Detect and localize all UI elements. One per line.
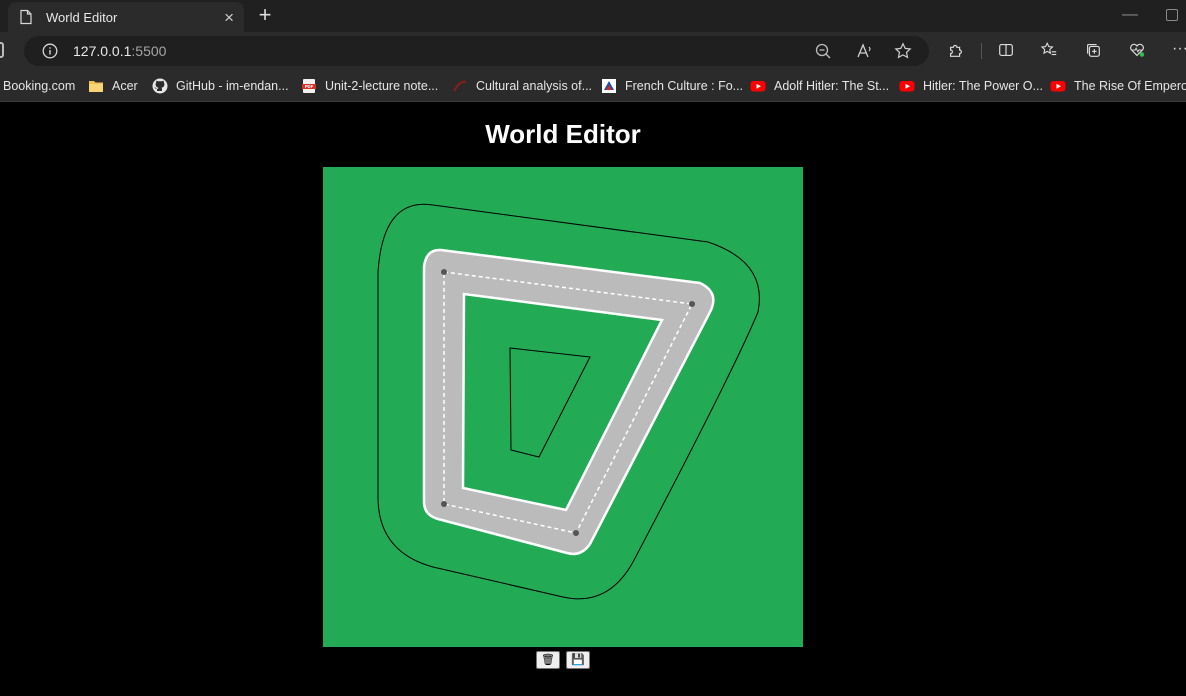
toolbar-divider [981, 43, 982, 59]
bookmark-label: Hitler: The Power O... [923, 79, 1043, 93]
zoom-out-icon[interactable] [814, 42, 832, 60]
save-icon: 💾 [571, 654, 585, 666]
bookmark-booking[interactable]: Booking.com [3, 78, 75, 94]
bookmark-github[interactable]: GitHub - im-endan... [152, 78, 289, 94]
favorite-star-icon[interactable] [894, 42, 912, 60]
bookmark-label: Booking.com [3, 79, 76, 93]
dispose-button[interactable]: 🗑 [536, 651, 560, 669]
pdf-icon: PDF [302, 79, 316, 93]
browser-tab[interactable]: World Editor × [8, 2, 244, 32]
graph-point[interactable] [441, 269, 447, 275]
bookmark-acer[interactable]: Acer [88, 78, 138, 94]
extensions-icon[interactable] [946, 41, 966, 59]
youtube-icon [899, 81, 915, 92]
trash-icon: 🗑 [541, 654, 555, 666]
maximize-button[interactable] [1166, 9, 1178, 21]
canvas-background [323, 167, 803, 647]
save-button[interactable]: 💾 [566, 651, 590, 669]
graph-point[interactable] [441, 501, 447, 507]
bookmark-youtube-3[interactable]: The Rise Of Empero... [1050, 78, 1186, 94]
graph-point[interactable] [573, 530, 579, 536]
github-icon [152, 78, 168, 94]
folder-icon [89, 81, 103, 92]
bookmark-youtube-2[interactable]: Hitler: The Power O... [899, 78, 1043, 94]
browser-titlebar: World Editor × + — [0, 0, 1186, 32]
minimize-button[interactable]: — [1122, 6, 1138, 24]
tab-close-icon[interactable]: × [224, 9, 234, 26]
bookmark-label: The Rise Of Empero... [1074, 79, 1186, 93]
page-icon [20, 9, 32, 25]
bookmark-french-culture[interactable]: French Culture : Fo... [601, 78, 743, 94]
sidebar-toggle-icon[interactable] [0, 42, 4, 58]
bookmark-label: Cultural analysis of... [476, 79, 593, 93]
url-port: :5500 [131, 43, 167, 59]
bookmarks-bar: Booking.com Acer GitHub - im-endan... PD… [0, 70, 1186, 102]
split-screen-icon[interactable] [996, 41, 1016, 59]
graph-point[interactable] [689, 301, 695, 307]
favorites-icon[interactable] [1039, 41, 1059, 59]
bookmark-label: Adolf Hitler: The St... [774, 79, 890, 93]
bookmark-label: Unit-2-lecture note... [325, 79, 439, 93]
address-bar[interactable]: 127.0.0.1:5500 [24, 36, 929, 66]
svg-text:PDF: PDF [305, 84, 314, 89]
youtube-icon [750, 81, 766, 92]
site-info-icon[interactable] [42, 43, 58, 59]
site-favicon [602, 79, 616, 93]
read-aloud-icon[interactable] [856, 42, 874, 60]
page-title: World Editor [485, 119, 641, 149]
bookmark-label: Acer [112, 79, 138, 93]
bookmark-unit-2[interactable]: PDF Unit-2-lecture note... [301, 78, 438, 94]
collections-icon[interactable] [1083, 41, 1103, 59]
browser-essentials-icon[interactable] [1127, 41, 1147, 59]
youtube-icon [1050, 81, 1066, 92]
bookmark-youtube-1[interactable]: Adolf Hitler: The St... [750, 78, 889, 94]
bookmark-cultural-analysis[interactable]: Cultural analysis of... [452, 78, 592, 94]
tab-title: World Editor [46, 9, 118, 25]
url-host: 127.0.0.1 [73, 43, 132, 59]
more-menu-icon[interactable]: ··· [1170, 40, 1186, 58]
site-favicon [453, 80, 467, 92]
bookmark-label: French Culture : Fo... [625, 79, 744, 93]
browser-toolbar: 127.0.0.1:5500 ··· [0, 32, 1186, 70]
world-canvas[interactable] [323, 167, 803, 647]
url-text[interactable]: 127.0.0.1:5500 [73, 43, 166, 59]
bookmark-label: GitHub - im-endan... [176, 79, 289, 93]
world-canvas-drawing[interactable] [323, 167, 803, 647]
new-tab-button[interactable]: + [255, 4, 275, 26]
